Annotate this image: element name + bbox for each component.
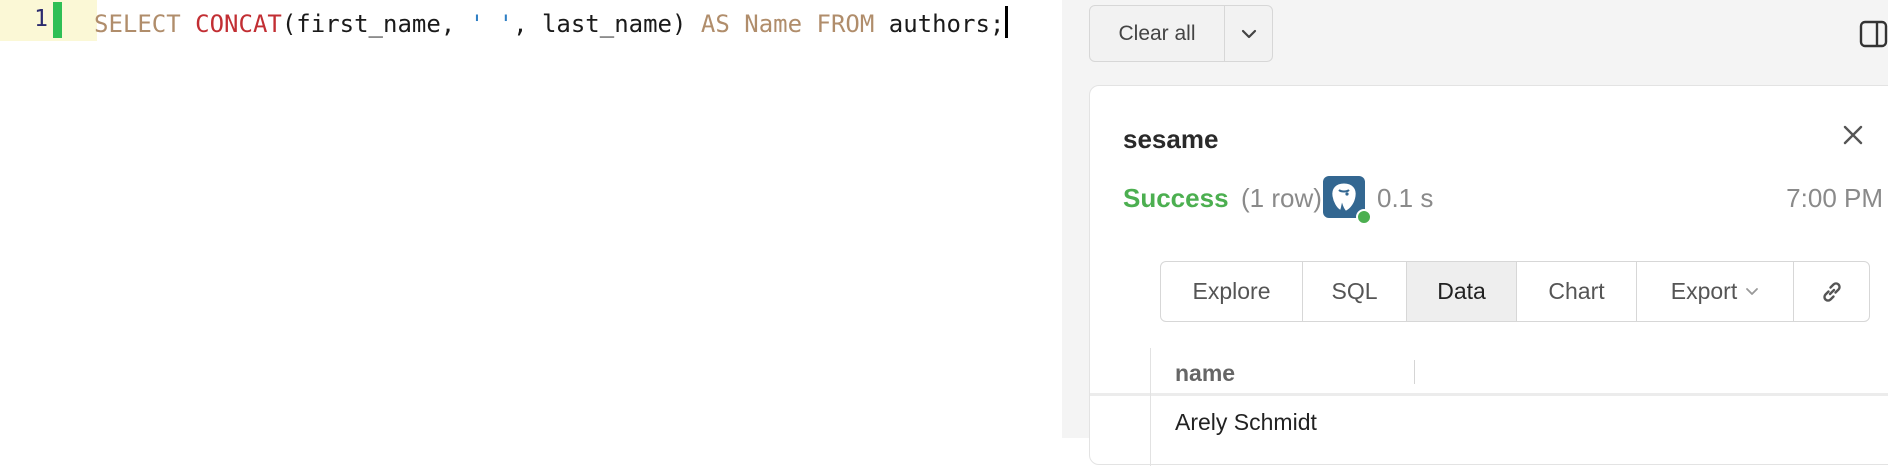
chevron-down-icon — [1746, 288, 1759, 295]
sidebar-panel-toggle-button[interactable] — [1859, 20, 1888, 48]
query-duration: 0.1 s — [1377, 183, 1434, 213]
code-token-plain: , last_name) — [513, 10, 701, 38]
table-cell[interactable]: Arely Schmidt — [1175, 409, 1317, 436]
code-token-kw: Name — [744, 10, 803, 38]
code-token-kw: FROM — [816, 10, 875, 38]
query-timestamp: 7:00 PM — [1786, 183, 1883, 213]
code-token-plain: (first_name, — [281, 10, 470, 38]
active-line-gutter — [0, 0, 97, 41]
connection-status-dot — [1356, 209, 1372, 225]
column-header-name[interactable]: name — [1175, 360, 1235, 387]
code-token-plain: authors; — [874, 10, 1005, 38]
text-caret — [1005, 6, 1009, 38]
tab-explore[interactable]: Explore — [1161, 262, 1303, 321]
status-label: Success — [1123, 183, 1229, 213]
connection-name: sesame — [1123, 124, 1219, 154]
code-token-kw: AS — [700, 10, 730, 38]
tab-data[interactable]: Data — [1407, 262, 1517, 321]
chevron-down-icon — [1241, 29, 1256, 38]
link-icon — [1822, 281, 1841, 302]
sidebar-panel-icon — [1859, 20, 1888, 48]
results-panel: Clear all sesame Success (1 row) 0.1 s 7… — [1062, 0, 1888, 466]
row-count: (1 row) — [1241, 183, 1322, 213]
result-view-tabs: Explore SQL Data Chart Export — [1160, 261, 1870, 322]
tab-export-label: Export — [1670, 278, 1738, 304]
status-row: Success (1 row) 0.1 s 7:00 PM — [1123, 176, 1883, 225]
column-resize-handle[interactable] — [1414, 360, 1415, 384]
clear-all-dropdown-button[interactable] — [1225, 6, 1272, 61]
tab-export[interactable]: Export — [1637, 262, 1794, 321]
code-token-kw: SELECT — [94, 10, 181, 38]
postgresql-elephant-icon — [1323, 176, 1372, 225]
table-header: name — [1090, 348, 1888, 396]
clear-all-button[interactable]: Clear all — [1090, 6, 1225, 61]
row-number-column-divider — [1150, 396, 1151, 466]
tab-chart[interactable]: Chart — [1517, 262, 1637, 321]
clear-all-split-button: Clear all — [1089, 5, 1273, 62]
code-token-str: ' ' — [469, 10, 514, 38]
tab-sql[interactable]: SQL — [1303, 262, 1407, 321]
line-number: 1 — [34, 6, 48, 32]
close-icon — [1843, 125, 1863, 145]
sql-editor[interactable]: 1 SELECT CONCAT(first_name, ' ', last_na… — [0, 0, 1062, 438]
query-result-card: sesame Success (1 row) 0.1 s 7:00 PM Exp… — [1089, 85, 1888, 466]
change-marker — [53, 2, 62, 38]
close-result-button[interactable] — [1840, 122, 1866, 148]
row-number-column-divider — [1150, 348, 1151, 396]
copy-link-button[interactable] — [1794, 262, 1869, 321]
editor-line[interactable]: 1 SELECT CONCAT(first_name, ' ', last_na… — [0, 0, 1062, 46]
code-token-fn: CONCAT — [195, 10, 282, 38]
code-text[interactable]: SELECT CONCAT(first_name, ' ', last_name… — [94, 6, 1009, 38]
